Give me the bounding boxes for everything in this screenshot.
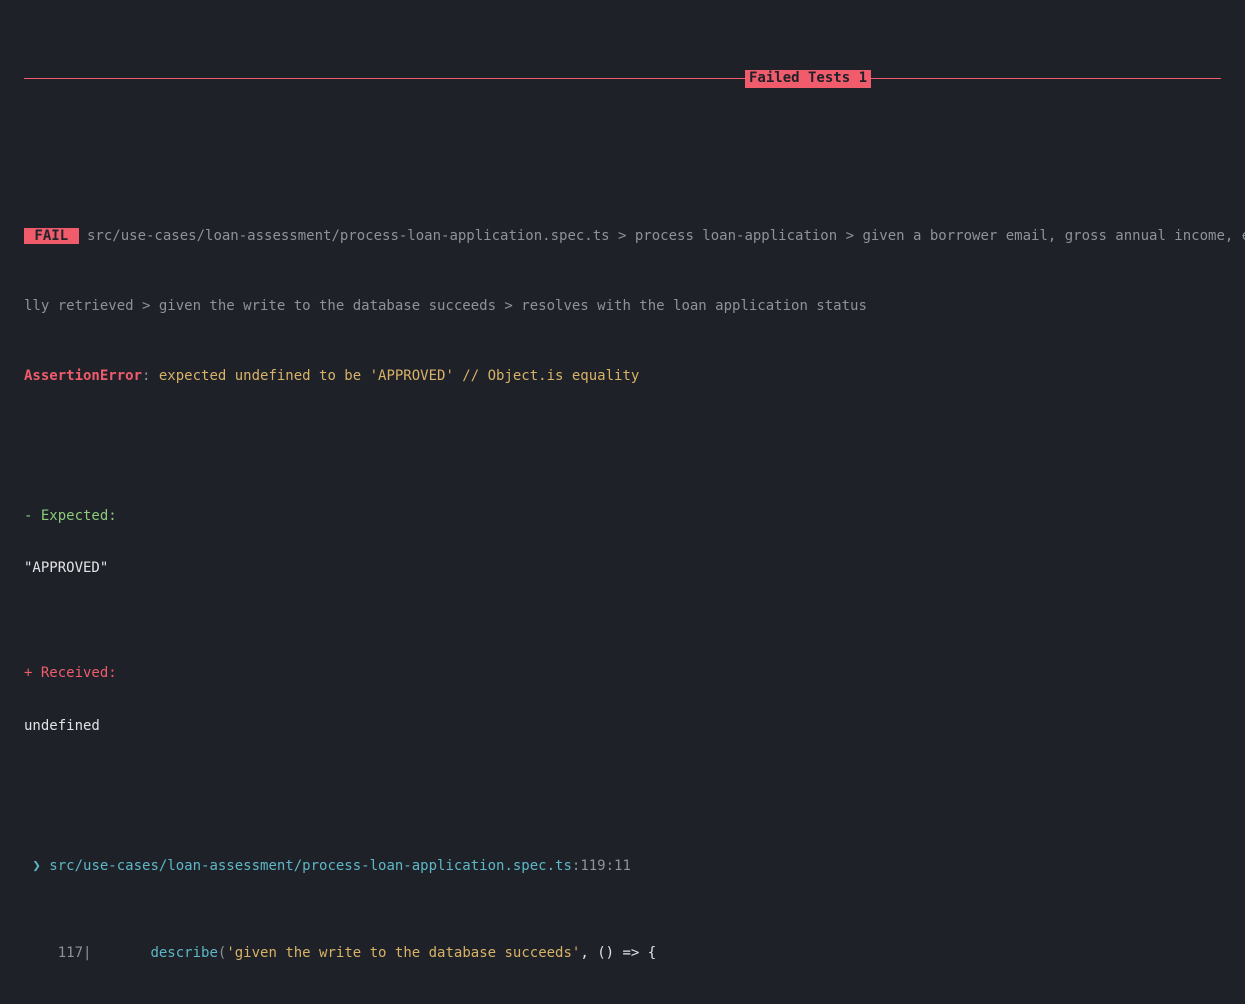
fail-badge: FAIL <box>24 228 79 244</box>
rule-right: ⎯⎯⎯⎯⎯⎯⎯⎯⎯⎯⎯⎯⎯⎯⎯⎯⎯⎯⎯⎯⎯⎯⎯⎯⎯⎯⎯⎯⎯⎯⎯⎯⎯⎯⎯⎯⎯⎯⎯⎯… <box>871 70 1221 88</box>
assertion-label: AssertionError <box>24 368 142 384</box>
fail-line-2: lly retrieved > given the write to the d… <box>0 298 1245 316</box>
received-label: + Received: <box>0 665 1245 683</box>
received-value: undefined <box>0 718 1245 736</box>
rule-left: ⎯⎯⎯⎯⎯⎯⎯⎯⎯⎯⎯⎯⎯⎯⎯⎯⎯⎯⎯⎯⎯⎯⎯⎯⎯⎯⎯⎯⎯⎯⎯⎯⎯⎯⎯⎯⎯⎯⎯⎯… <box>24 70 745 88</box>
banner-line: ⎯⎯⎯⎯⎯⎯⎯⎯⎯⎯⎯⎯⎯⎯⎯⎯⎯⎯⎯⎯⎯⎯⎯⎯⎯⎯⎯⎯⎯⎯⎯⎯⎯⎯⎯⎯⎯⎯⎯⎯… <box>0 70 1245 88</box>
assertion-line: AssertionError: expected undefined to be… <box>0 368 1245 386</box>
expected-label: - Expected: <box>0 508 1245 526</box>
test-path-1: src/use-cases/loan-assessment/process-lo… <box>79 228 1245 244</box>
fail-line-1: FAIL src/use-cases/loan-assessment/proce… <box>0 228 1245 246</box>
code-line-117: 117| describe('given the write to the da… <box>0 945 1245 963</box>
assertion-message: expected undefined to be 'APPROVED' // O… <box>159 368 639 384</box>
frame-header: ❯ src/use-cases/loan-assessment/process-… <box>0 858 1245 876</box>
expected-value: "APPROVED" <box>0 560 1245 578</box>
frame-file: src/use-cases/loan-assessment/process-lo… <box>49 858 572 874</box>
failed-tests-badge: Failed Tests 1 <box>745 70 871 88</box>
frame-loc: :119:11 <box>572 858 631 874</box>
